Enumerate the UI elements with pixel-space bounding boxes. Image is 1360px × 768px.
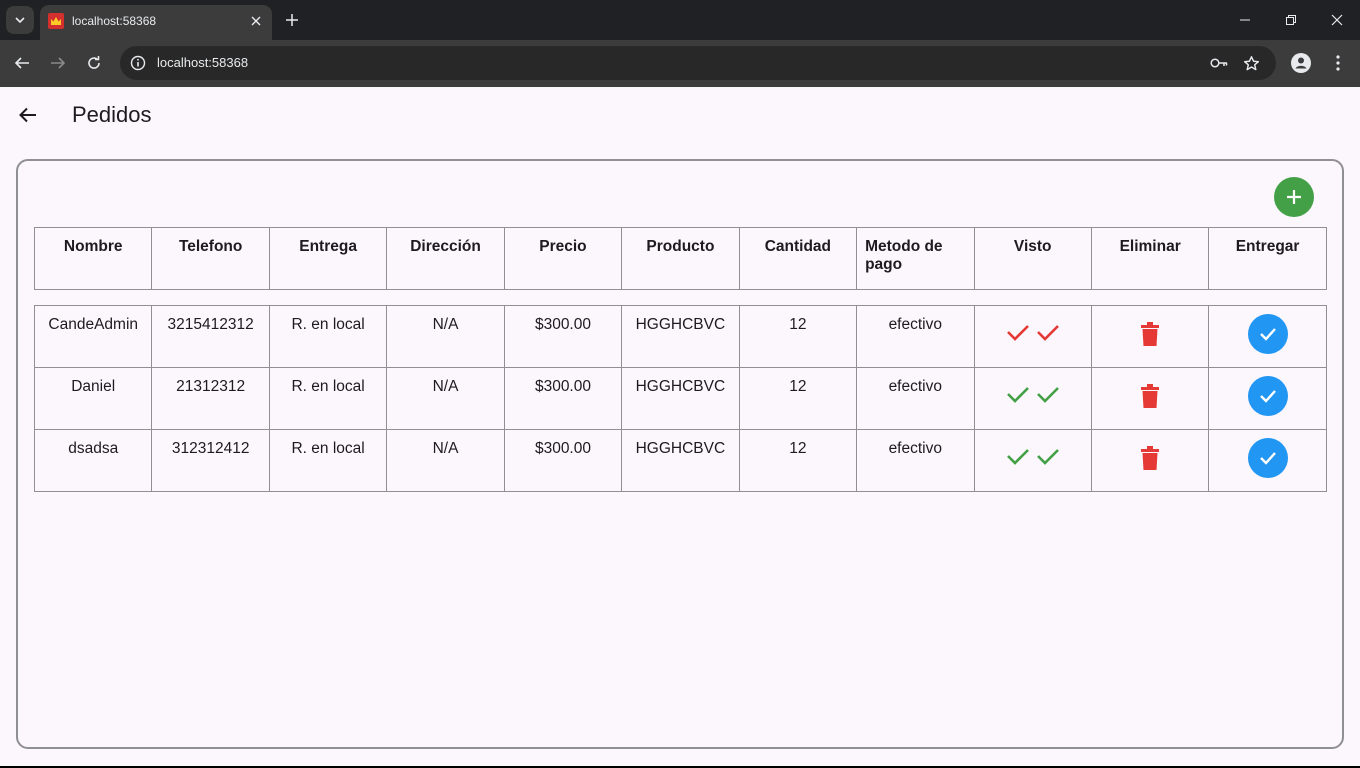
cell-eliminar <box>1090 305 1210 368</box>
trash-icon[interactable] <box>1141 384 1160 408</box>
double-check-icon <box>975 316 1091 348</box>
tab-title: localhost:58368 <box>72 14 157 28</box>
minimize-window-button[interactable] <box>1235 10 1255 30</box>
cell-eliminar <box>1090 367 1210 430</box>
cell-precio: $300.00 <box>503 429 623 492</box>
cell-nombre: Daniel <box>33 367 153 430</box>
arrow-left-icon <box>19 107 36 123</box>
reload-button[interactable] <box>83 52 105 74</box>
cell-telefono: 312312412 <box>151 429 270 492</box>
cell-entregar <box>1208 305 1327 368</box>
cell-cantidad: 12 <box>738 305 858 368</box>
close-icon[interactable] <box>248 13 264 29</box>
double-check-icon <box>975 440 1091 472</box>
double-check-icon <box>975 378 1091 410</box>
favicon-icon <box>48 13 64 29</box>
add-order-button[interactable] <box>1274 177 1314 217</box>
check-icon <box>1259 328 1276 341</box>
password-key-icon[interactable] <box>1210 54 1228 72</box>
cell-metodo-pago: efectivo <box>856 367 975 430</box>
new-tab-button[interactable] <box>282 10 302 30</box>
browser-menu-button[interactable] <box>1327 52 1349 74</box>
more-vert-icon <box>1336 55 1340 71</box>
back-button[interactable] <box>11 52 33 74</box>
table-row: CandeAdmin 3215412312 R. en local N/A $3… <box>33 305 1327 368</box>
table-row: Daniel 21312312 R. en local N/A $300.00 … <box>33 367 1327 430</box>
cell-nombre: CandeAdmin <box>33 305 153 368</box>
restore-icon <box>1286 15 1296 25</box>
cell-cantidad: 12 <box>738 429 858 492</box>
trash-icon[interactable] <box>1141 446 1160 470</box>
appbar-back-button[interactable] <box>16 103 40 127</box>
cell-cantidad: 12 <box>738 367 858 430</box>
cell-entrega: R. en local <box>268 305 388 368</box>
cell-visto <box>973 429 1092 492</box>
cell-producto: HGGHCBVC <box>621 429 740 492</box>
minimize-icon <box>1240 19 1250 21</box>
column-header-entregar: Entregar <box>1208 227 1327 290</box>
cell-precio: $300.00 <box>503 367 623 430</box>
arrow-left-icon <box>14 57 29 69</box>
plus-icon <box>286 14 298 26</box>
column-header-entrega: Entrega <box>268 227 388 290</box>
restore-window-button[interactable] <box>1281 10 1301 30</box>
tab-search-button[interactable] <box>6 6 34 34</box>
column-header-cantidad: Cantidad <box>738 227 858 290</box>
browser-tabstrip: localhost:58368 <box>0 0 1360 40</box>
column-header-direccion: Dirección <box>386 227 505 290</box>
cell-telefono: 21312312 <box>151 367 270 430</box>
person-icon <box>1291 53 1311 73</box>
cell-entrega: R. en local <box>268 429 388 492</box>
orders-table-header: Nombre Telefono Entrega Dirección Precio… <box>33 227 1327 290</box>
close-icon <box>1331 14 1343 26</box>
check-icon <box>1259 390 1276 403</box>
cell-visto <box>973 305 1092 368</box>
cell-telefono: 3215412312 <box>151 305 270 368</box>
orders-card: Nombre Telefono Entrega Dirección Precio… <box>16 159 1344 749</box>
cell-direccion: N/A <box>386 429 505 492</box>
cell-visto <box>973 367 1092 430</box>
column-header-eliminar: Eliminar <box>1090 227 1210 290</box>
check-icon <box>1259 452 1276 465</box>
column-header-telefono: Telefono <box>151 227 270 290</box>
cell-entrega: R. en local <box>268 367 388 430</box>
page-title: Pedidos <box>72 102 152 127</box>
deliver-button[interactable] <box>1247 314 1288 354</box>
app-page: Pedidos Nombre Telefono Entrega Direcció… <box>0 87 1360 766</box>
column-header-nombre: Nombre <box>33 227 153 290</box>
column-header-visto: Visto <box>973 227 1092 290</box>
orders-table-body: CandeAdmin 3215412312 R. en local N/A $3… <box>33 305 1327 492</box>
site-info-icon[interactable] <box>129 54 147 72</box>
browser-tab[interactable]: localhost:58368 <box>40 5 272 40</box>
deliver-button[interactable] <box>1247 376 1288 416</box>
close-window-button[interactable] <box>1327 10 1347 30</box>
bookmark-star-icon[interactable] <box>1242 54 1260 72</box>
cell-direccion: N/A <box>386 305 505 368</box>
address-bar[interactable]: localhost:58368 <box>120 46 1276 80</box>
deliver-button[interactable] <box>1247 438 1288 478</box>
cell-direccion: N/A <box>386 367 505 430</box>
plus-icon <box>1287 190 1301 204</box>
reload-icon <box>88 56 100 69</box>
cell-producto: HGGHCBVC <box>621 305 740 368</box>
cell-entregar <box>1208 429 1327 492</box>
cell-producto: HGGHCBVC <box>621 367 740 430</box>
chevron-down-icon <box>15 17 25 24</box>
profile-button[interactable] <box>1290 52 1312 74</box>
url-text: localhost:58368 <box>157 55 249 70</box>
cell-metodo-pago: efectivo <box>856 429 975 492</box>
column-header-producto: Producto <box>621 227 740 290</box>
arrow-right-icon <box>51 57 66 69</box>
trash-icon[interactable] <box>1141 322 1160 346</box>
cell-metodo-pago: efectivo <box>856 305 975 368</box>
browser-toolbar: localhost:58368 <box>0 40 1360 87</box>
cell-precio: $300.00 <box>503 305 623 368</box>
table-row: dsadsa 312312412 R. en local N/A $300.00… <box>33 429 1327 492</box>
forward-button[interactable] <box>47 52 69 74</box>
cell-entregar <box>1208 367 1327 430</box>
column-header-metodo-pago: Metodo de pago <box>856 227 975 290</box>
cell-nombre: dsadsa <box>33 429 153 492</box>
cell-eliminar <box>1090 429 1210 492</box>
column-header-precio: Precio <box>503 227 623 290</box>
